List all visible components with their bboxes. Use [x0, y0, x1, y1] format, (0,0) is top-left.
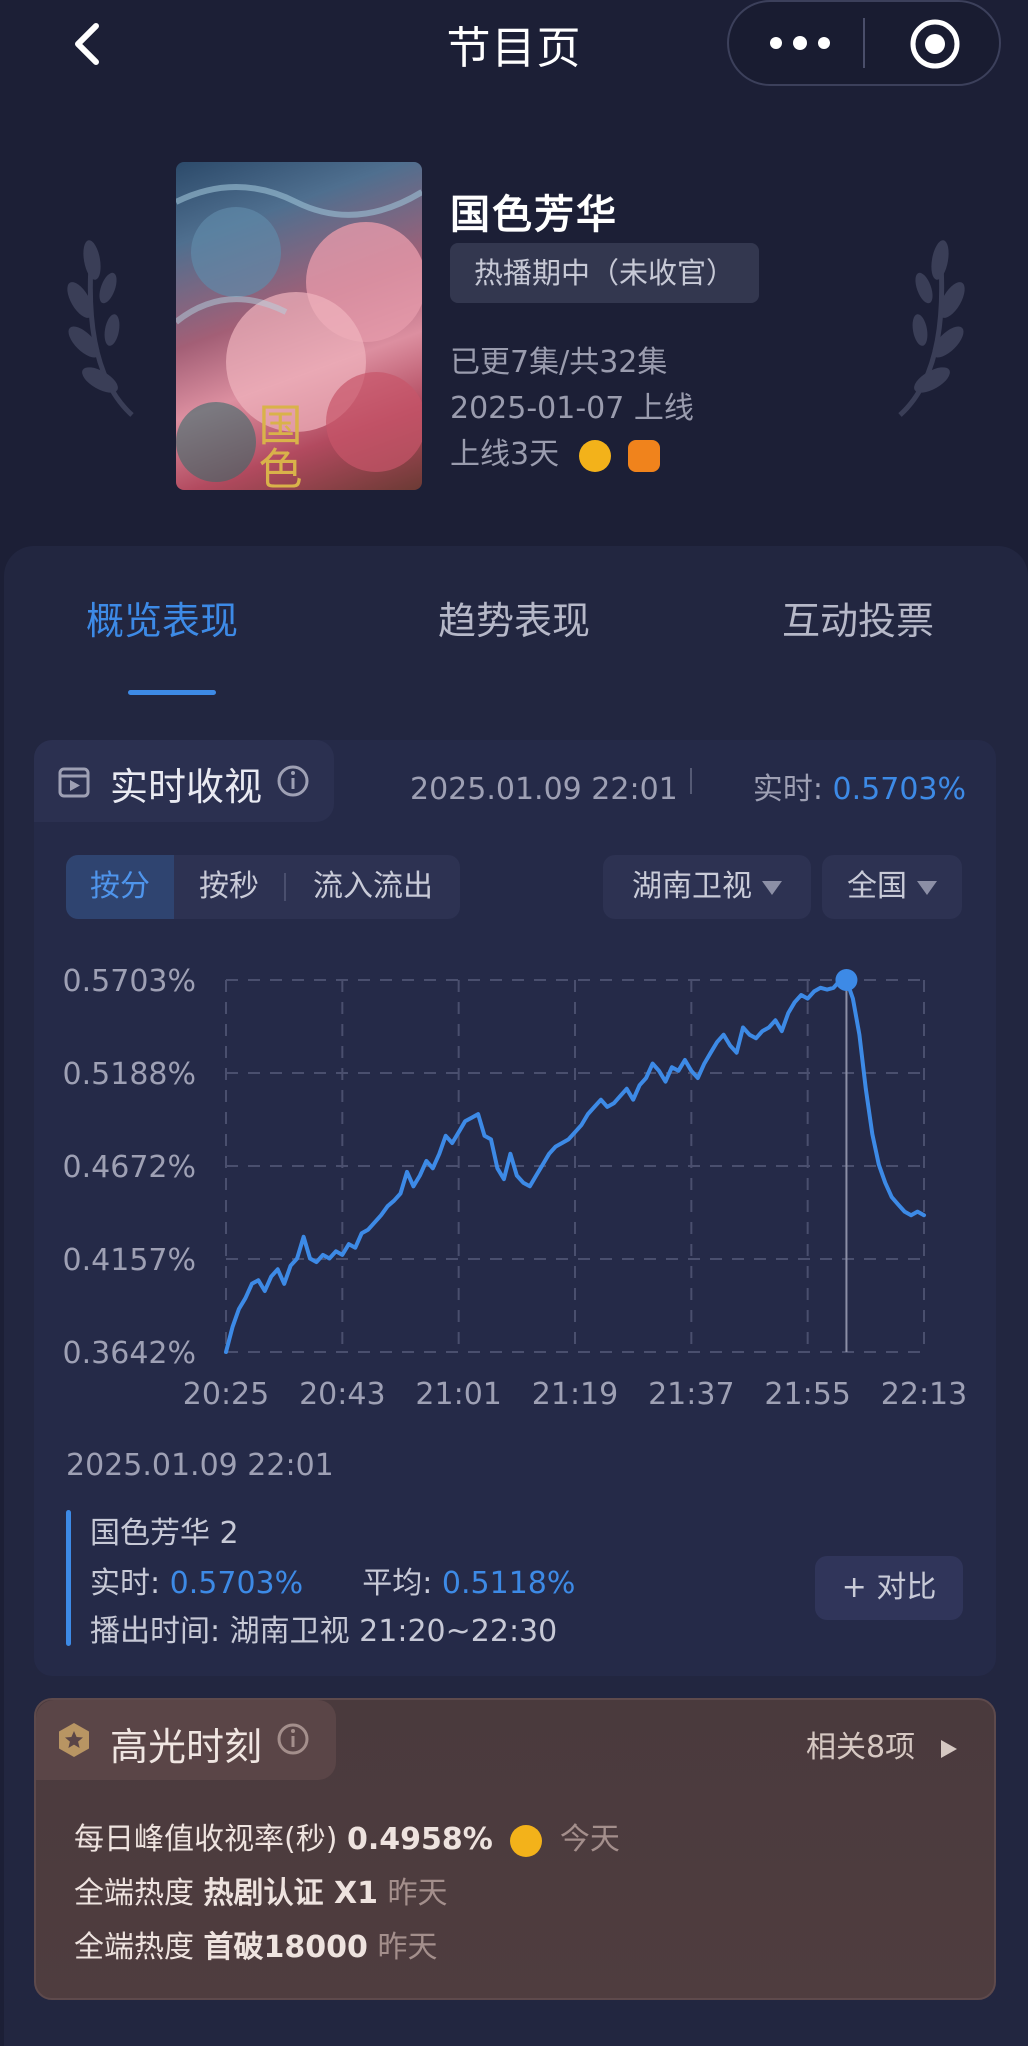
target-circle-icon	[910, 19, 960, 69]
related-items-link[interactable]: 相关8项	[806, 1722, 961, 1766]
x-tick-label: 21:19	[532, 1377, 618, 1412]
laurel-left-icon	[67, 240, 134, 417]
highlight-item-value: 首破18000	[203, 1930, 368, 1965]
mango-tv-logo-icon	[628, 439, 661, 472]
highlight-item-value: 0.4958%	[346, 1822, 493, 1857]
show-title: 国色芳华	[450, 192, 618, 238]
tab-overview[interactable]: 概览表现	[86, 590, 238, 645]
more-button[interactable]	[760, 20, 840, 66]
realtime-timestamp: 2025.01.09 22:01	[410, 772, 678, 807]
selection-realtime-value: 0.5703%	[169, 1566, 304, 1601]
selection-realtime-label: 实时:	[90, 1566, 161, 1601]
ratings-line-chart[interactable]: 0.5703% 0.5188% 0.4672% 0.4157% 0.3642% 20:25…	[0, 940, 1000, 1420]
selection-accent-bar	[66, 1510, 71, 1646]
region-dropdown-label: 全国	[847, 869, 907, 904]
highlight-item-time: 昨天	[377, 1930, 438, 1965]
y-tick-label: 0.5188%	[63, 1057, 196, 1092]
highlight-item-label: 全端热度	[74, 1876, 194, 1911]
realtime-value: 0.5703%	[832, 772, 966, 807]
tab-vote[interactable]: 互动投票	[782, 590, 934, 645]
x-tick-label: 21:55	[764, 1377, 850, 1412]
star-hexagon-icon	[59, 1723, 89, 1757]
highlight-item-time: 昨天	[387, 1876, 448, 1911]
realtime-title: 实时收视	[110, 765, 263, 809]
highlight-item-label: 每日峰值收视率(秒)	[74, 1822, 338, 1857]
play-arrow-icon	[940, 1739, 957, 1758]
granularity-segmented-control: 按分 按秒 流入流出	[66, 855, 460, 919]
segment-by-second[interactable]: 按秒	[174, 855, 284, 919]
highlight-item[interactable]: 每日峰值收视率(秒) 0.4958% 今天	[74, 1814, 620, 1858]
tab-indicator	[128, 690, 216, 695]
more-dots-icon	[770, 36, 830, 50]
y-tick-label: 0.4672%	[63, 1150, 196, 1185]
y-tick-label: 0.3642%	[63, 1336, 196, 1371]
highlight-item[interactable]: 全端热度 首破18000 昨天	[74, 1922, 437, 1966]
x-tick-label: 20:25	[183, 1377, 269, 1412]
realtime-separator	[690, 768, 692, 794]
y-tick-label: 0.4157%	[63, 1243, 196, 1278]
selection-program: 国色芳华 2	[90, 1516, 239, 1551]
highlight-point	[835, 969, 858, 991]
calendar-play-icon	[58, 767, 90, 798]
selection-airtime: 播出时间: 湖南卫视 21:20~22:30	[90, 1614, 558, 1649]
segment-by-minute[interactable]: 按分	[66, 855, 174, 919]
tab-trend[interactable]: 趋势表现	[438, 590, 590, 645]
realtime-label: 实时:	[752, 772, 823, 807]
related-items-label: 相关8项	[806, 1730, 916, 1765]
chevron-down-icon	[917, 880, 937, 895]
laurel-right-icon	[898, 240, 965, 417]
compare-button[interactable]: + 对比	[815, 1556, 963, 1620]
hunan-tv-logo-icon	[578, 439, 611, 472]
close-mini-program-button[interactable]	[900, 16, 970, 72]
x-tick-label: 21:37	[648, 1377, 734, 1412]
highlight-item-time: 今天	[559, 1822, 620, 1857]
region-dropdown[interactable]: 全国	[822, 855, 962, 919]
x-tick-label: 22:13	[881, 1377, 967, 1412]
capsule-divider	[863, 18, 865, 68]
days-online-row: 上线3天	[450, 429, 661, 473]
days-online: 上线3天	[450, 437, 560, 472]
channel-dropdown-label: 湖南卫视	[632, 869, 752, 904]
highlight-item-label: 全端热度	[74, 1930, 194, 1965]
realtime-subline: 2025.01.09 22:01 实时: 0.5703%	[410, 764, 966, 808]
highlight-item[interactable]: 全端热度 热剧认证 X1 昨天	[74, 1868, 448, 1912]
hunan-tv-logo-icon	[510, 1824, 543, 1857]
info-icon[interactable]	[276, 1722, 310, 1756]
status-badge: 热播期中（未收官）	[450, 243, 760, 303]
highlight-title: 高光时刻	[110, 1725, 263, 1769]
info-icon[interactable]	[276, 764, 310, 798]
y-tick-label: 0.5703%	[63, 964, 196, 999]
selection-average-label: 平均:	[362, 1566, 433, 1601]
episode-count: 已更7集/共32集	[450, 345, 668, 380]
segment-flow[interactable]: 流入流出	[286, 855, 460, 919]
premiere-date: 2025-01-07 上线	[450, 391, 694, 426]
channel-dropdown[interactable]: 湖南卫视	[603, 855, 811, 919]
highlight-item-value: 热剧认证 X1	[203, 1876, 378, 1911]
chevron-down-icon	[762, 880, 782, 895]
x-tick-label: 21:01	[415, 1377, 501, 1412]
selection-average-value: 0.5118%	[441, 1566, 576, 1601]
selection-values: 实时: 0.5703% 平均: 0.5118%	[90, 1558, 575, 1602]
show-poster[interactable]: 国色芳华	[176, 162, 422, 490]
selection-date: 2025.01.09 22:01	[66, 1448, 334, 1483]
poster-title: 国色芳华	[251, 402, 302, 490]
poster-art: 国色芳华	[176, 184, 422, 490]
x-tick-label: 20:43	[299, 1377, 385, 1412]
